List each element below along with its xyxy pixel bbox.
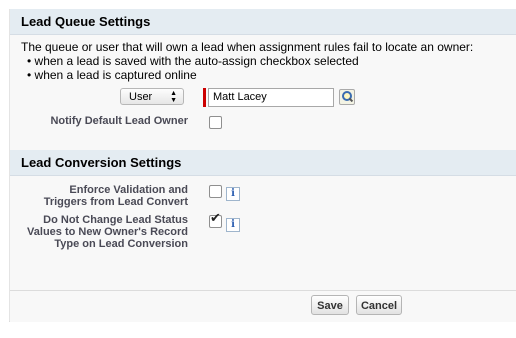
enforce-validation-checkbox[interactable] — [209, 185, 222, 198]
lead-status-label: Do Not Change Lead Status Values to New … — [27, 214, 188, 250]
enforce-info-icon[interactable]: i — [226, 187, 240, 201]
enforce-validation-label: Enforce Validation and Triggers from Lea… — [43, 184, 188, 208]
lead-status-checkbox[interactable]: ✔ — [209, 211, 222, 228]
save-button[interactable]: Save — [311, 295, 349, 315]
required-indicator — [203, 88, 206, 107]
lead-conversion-header: Lead Conversion Settings — [10, 150, 516, 176]
button-footer: Save Cancel — [10, 290, 516, 322]
intro-bullet-2: • when a lead is captured online — [27, 68, 197, 82]
owner-lookup-input[interactable]: Matt Lacey — [208, 88, 334, 107]
cancel-button[interactable]: Cancel — [356, 295, 402, 315]
checkmark-icon: ✔ — [210, 210, 221, 225]
settings-panel: Lead Queue Settings The queue or user th… — [9, 9, 516, 322]
lookup-search-icon[interactable] — [339, 89, 355, 105]
lead-conversion-title: Lead Conversion Settings — [21, 155, 182, 170]
lead-queue-intro: The queue or user that will own a lead w… — [21, 40, 473, 82]
lead-queue-header: Lead Queue Settings — [10, 9, 516, 35]
select-arrows-icon: ▲ ▼ — [170, 90, 177, 104]
notify-owner-label: Notify Default Lead Owner — [50, 115, 188, 127]
owner-lookup-value: Matt Lacey — [213, 91, 267, 103]
owner-type-value: User — [129, 91, 153, 103]
intro-bullet-1: • when a lead is saved with the auto-ass… — [27, 54, 359, 68]
intro-text: The queue or user that will own a lead w… — [21, 40, 474, 54]
owner-type-select[interactable]: User ▲ ▼ — [120, 88, 184, 105]
lead-status-info-icon[interactable]: i — [226, 218, 240, 232]
lead-queue-title: Lead Queue Settings — [21, 14, 151, 29]
notify-owner-checkbox[interactable] — [209, 116, 222, 129]
